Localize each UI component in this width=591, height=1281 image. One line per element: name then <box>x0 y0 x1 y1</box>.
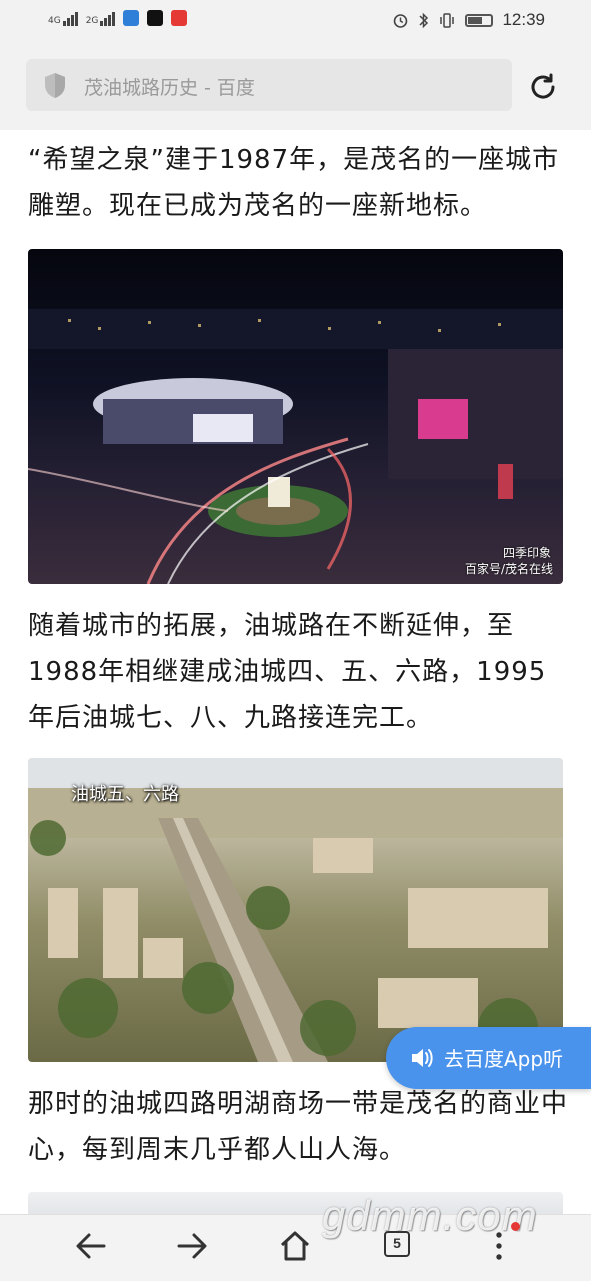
translate-app-icon <box>123 10 140 26</box>
city-night-photo[interactable]: 四季印象 百家号/茂名在线 <box>28 249 563 584</box>
signal-icon <box>100 10 116 26</box>
bluetooth-icon <box>419 12 429 28</box>
site-watermark: gdmm.com <box>322 1192 538 1239</box>
speaker-icon <box>412 1049 433 1067</box>
status-right: 12:39 <box>392 10 545 30</box>
browser-toolbar: 茂油城路历史 - 百度 <box>0 44 591 130</box>
listen-label: 去百度App听 <box>444 1047 564 1071</box>
paragraph-2: 随着城市的拓展，油城路在不断延伸，至1988年相继建成油城四、五、六路，1995… <box>28 611 547 733</box>
paragraph-1: “希望之泉”建于1987年，是茂名的一座城市雕塑。现在已成为茂名的一座新地标。 <box>28 145 560 221</box>
signal-indicator-1: 4G <box>48 10 78 26</box>
signal-indicator-2: 2G <box>86 10 116 26</box>
photo-logo: 四季印象 <box>502 546 551 560</box>
reload-icon[interactable] <box>527 71 559 103</box>
home-icon[interactable] <box>278 1229 312 1263</box>
clock: 12:39 <box>502 10 545 29</box>
listen-in-app-button[interactable]: 去百度App听 <box>386 1027 591 1089</box>
photo-caption: 油城五、六路 <box>71 784 179 805</box>
back-arrow-icon[interactable] <box>74 1229 108 1263</box>
reader-app-icon <box>171 10 188 26</box>
signal-icon <box>62 10 78 26</box>
battery-fill <box>468 16 483 24</box>
shield-icon <box>45 73 65 98</box>
network-type-2: 2G <box>85 16 99 26</box>
address-bar[interactable]: 茂油城路历史 - 百度 <box>26 59 512 111</box>
photo-credit: 百家号/茂名在线 <box>464 562 553 576</box>
status-bar: 4G 2G 12:39 <box>0 0 591 44</box>
tiktok-app-icon <box>147 10 164 26</box>
night-scene <box>28 309 563 584</box>
vibrate-icon <box>440 12 455 28</box>
network-type-1: 4G <box>48 16 61 26</box>
watermark-dot <box>511 1222 520 1231</box>
paragraph-3: 那时的油城四路明湖商场一带是茂名的商业中心，每到周末几乎都人山人海。 <box>28 1089 569 1165</box>
alarm-icon <box>394 13 408 28</box>
forward-arrow-icon[interactable] <box>175 1229 209 1263</box>
address-text[interactable]: 茂油城路历史 - 百度 <box>84 73 255 100</box>
road-aerial-photo[interactable]: 油城五、六路 <box>28 758 563 1062</box>
battery-icon <box>465 13 494 27</box>
status-left: 4G 2G <box>48 10 188 26</box>
